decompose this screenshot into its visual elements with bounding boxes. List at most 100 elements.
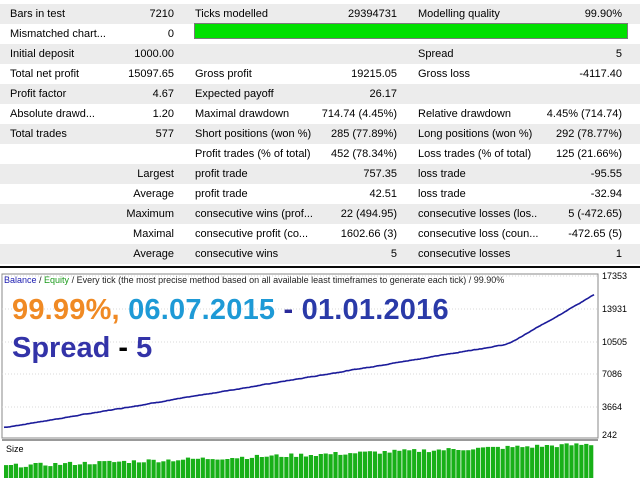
size-bar [274, 454, 279, 478]
size-bar [584, 443, 589, 478]
size-bar [402, 449, 407, 478]
size-bar [323, 453, 328, 478]
size-bar [377, 453, 382, 478]
size-bar [485, 446, 490, 478]
size-bar [397, 450, 402, 478]
size-bar [48, 466, 53, 478]
size-bar [362, 451, 368, 478]
overlay-date-start: 06.07.2015 [128, 294, 276, 326]
size-bar [53, 463, 58, 478]
overlay-spread-value: 5 [136, 332, 153, 364]
size-bar [303, 456, 309, 478]
report-value: Average [133, 248, 174, 260]
report-row: Total net profit 15097.65 Gross profit 1921… [0, 64, 640, 84]
size-bar [476, 447, 481, 478]
size-bar [530, 447, 535, 478]
size-bar [23, 466, 28, 478]
overlay-title: 99.99%, 06.07.2015 - 01.01.2016 [12, 294, 449, 327]
size-bar [466, 450, 471, 478]
y-tick-label: 7086 [602, 369, 623, 379]
report-row: Average consecutive wins 5 consecutive loss… [0, 244, 640, 264]
report-value: 1602.66 (3) [340, 228, 397, 240]
size-bar [264, 456, 269, 478]
report-value: -472.65 (5) [568, 228, 622, 240]
size-bar [574, 443, 579, 478]
y-tick-label: 13931 [602, 304, 628, 314]
size-bar [426, 452, 431, 478]
size-bar [235, 458, 240, 478]
size-bar [353, 453, 358, 478]
size-bar [471, 449, 476, 478]
report-row: Total trades 577 Short positions (won %) 28… [0, 124, 640, 144]
size-bar [92, 464, 97, 478]
size-bar [431, 450, 436, 478]
y-tick-label: 242 [602, 430, 618, 440]
size-bar [495, 446, 500, 478]
size-bar [136, 462, 141, 478]
size-bar [151, 459, 156, 478]
overlay-date-dash: - [275, 294, 302, 326]
size-bar [97, 461, 102, 478]
report-row: Maximal consecutive profit (co... 1602.66 … [0, 224, 640, 244]
size-bar [520, 447, 525, 478]
size-bar [200, 457, 205, 478]
size-bar [318, 454, 323, 478]
size-bar [210, 459, 215, 478]
report-value: 1.20 [152, 108, 174, 120]
size-bar [141, 462, 146, 478]
size-bar [112, 462, 117, 478]
report-row: Maximum consecutive wins (prof... 22 (494.… [0, 204, 640, 224]
size-bar [18, 467, 23, 478]
report-value: 29394731 [348, 8, 397, 20]
size-bar [554, 447, 559, 478]
chart-legend: Balance / Equity / Every tick (the most … [4, 275, 504, 285]
size-bar [367, 451, 372, 478]
report-value: 42.51 [369, 188, 397, 200]
size-bar [461, 450, 466, 478]
report-value: 22 (494.95) [340, 208, 397, 220]
size-bar [205, 459, 210, 478]
legend-description: / Every tick (the most precise method ba… [69, 275, 505, 285]
size-bar [515, 445, 520, 478]
size-bar [451, 449, 456, 478]
size-bar [107, 460, 112, 478]
size-bar [131, 460, 136, 478]
size-bar [480, 447, 486, 478]
size-bar [343, 454, 348, 478]
size-bar [392, 449, 397, 478]
size-bar [589, 445, 594, 478]
report-value: 4.45% (714.74) [546, 108, 622, 120]
size-bar [387, 452, 392, 478]
report-value: 714.74 (4.45%) [321, 108, 397, 120]
size-bar [171, 461, 176, 478]
report-value: 5 (-472.65) [568, 208, 622, 220]
size-bar [161, 461, 166, 478]
size-bar [225, 459, 230, 478]
size-bar [181, 459, 186, 478]
size-bar [28, 464, 33, 478]
size-bar [549, 445, 554, 478]
report-value: Largest [137, 168, 174, 180]
report-row: Profit factor 4.67 Expected payoff 26.17 [0, 84, 640, 104]
size-bar [505, 445, 510, 478]
modelling-quality-bar [194, 23, 628, 39]
report-value: 99.90% [584, 8, 622, 20]
report-value: 5 [390, 248, 397, 260]
report-row: Initial deposit 1000.00 Spread 5 [0, 44, 640, 64]
size-bar [185, 457, 191, 478]
size-bar [72, 465, 77, 478]
report-value: -32.94 [590, 188, 622, 200]
report-value: 452 (78.34%) [330, 148, 397, 160]
size-bar [372, 451, 377, 478]
size-bar [446, 448, 451, 478]
overlay-date-end: 01.01.2016 [301, 294, 449, 326]
size-bar [569, 445, 574, 478]
size-bar [328, 454, 333, 478]
size-bar [244, 459, 250, 478]
size-bar [77, 464, 82, 478]
size-bar [559, 444, 564, 478]
size-bar [63, 463, 68, 478]
size-bar [539, 446, 545, 478]
size-bar [333, 452, 338, 478]
report-value: 19215.05 [351, 68, 397, 80]
